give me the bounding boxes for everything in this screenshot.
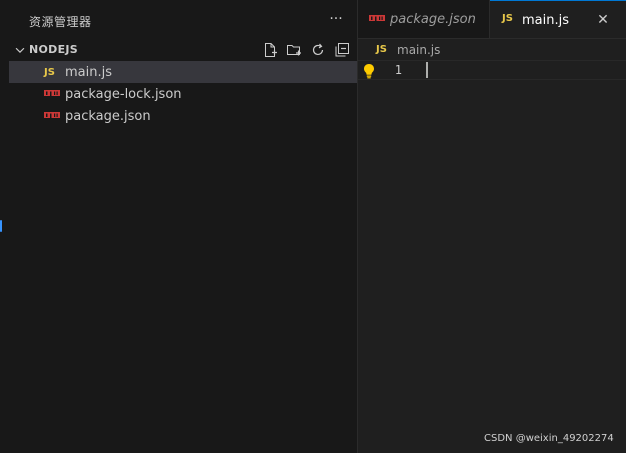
npm-json-icon bbox=[369, 15, 385, 21]
new-file-button[interactable] bbox=[261, 41, 279, 59]
workspace-section-header[interactable]: NODEJS bbox=[9, 40, 357, 60]
file-label: package-lock.json bbox=[65, 87, 182, 102]
file-item-main-js[interactable]: JS main.js bbox=[9, 61, 357, 83]
npm-json-icon bbox=[44, 110, 60, 122]
vscode-window: 资源管理器 ··· NODEJS JS main.js package-lock… bbox=[0, 0, 626, 453]
close-tab-button[interactable]: ✕ bbox=[594, 11, 612, 29]
code-line[interactable]: 1 bbox=[358, 60, 626, 80]
js-file-icon: JS bbox=[44, 66, 55, 78]
tab-label: package.json bbox=[390, 12, 476, 27]
text-cursor bbox=[426, 62, 428, 78]
explorer-title: 资源管理器 bbox=[29, 15, 92, 29]
explorer-header: 资源管理器 ··· bbox=[9, 0, 357, 40]
ellipsis-icon: ··· bbox=[329, 11, 343, 27]
editor-area: package.json JS main.js ✕ JS main.js 1 bbox=[358, 0, 626, 453]
file-label: main.js bbox=[65, 65, 112, 80]
js-file-icon: JS bbox=[502, 13, 513, 24]
lightbulb-icon[interactable] bbox=[362, 63, 376, 79]
more-actions-button[interactable]: ··· bbox=[325, 8, 347, 30]
close-icon: ✕ bbox=[597, 12, 609, 28]
workspace-name: NODEJS bbox=[29, 43, 79, 56]
file-tree: JS main.js package-lock.json package.jso… bbox=[9, 61, 357, 127]
refresh-icon bbox=[312, 43, 324, 56]
activity-indicator bbox=[0, 220, 2, 232]
chevron-down-icon bbox=[15, 47, 25, 54]
file-item-package-json[interactable]: package.json bbox=[9, 105, 357, 127]
npm-logo bbox=[44, 90, 60, 96]
js-file-icon: JS bbox=[376, 44, 387, 55]
editor-tabs: package.json JS main.js ✕ bbox=[358, 0, 626, 39]
file-item-package-lock-json[interactable]: package-lock.json bbox=[9, 83, 357, 105]
refresh-button[interactable] bbox=[309, 41, 327, 59]
npm-json-icon bbox=[44, 88, 60, 100]
watermark: CSDN @weixin_49202274 bbox=[484, 433, 614, 444]
tab-main-js[interactable]: JS main.js ✕ bbox=[490, 0, 626, 38]
breadcrumb[interactable]: JS main.js bbox=[358, 39, 626, 61]
npm-logo bbox=[44, 112, 60, 118]
section-actions bbox=[261, 40, 351, 60]
new-file-icon bbox=[265, 43, 277, 57]
tab-package-json[interactable]: package.json bbox=[358, 0, 490, 38]
collapse-all-icon bbox=[335, 43, 349, 57]
breadcrumb-file[interactable]: main.js bbox=[397, 43, 440, 57]
explorer-sidebar: 资源管理器 ··· NODEJS JS main.js package-lock… bbox=[9, 0, 358, 453]
line-number: 1 bbox=[394, 63, 402, 77]
tab-label: main.js bbox=[522, 13, 569, 28]
collapse-all-button[interactable] bbox=[333, 41, 351, 59]
new-folder-icon bbox=[287, 45, 301, 56]
new-folder-button[interactable] bbox=[285, 41, 303, 59]
file-label: package.json bbox=[65, 109, 151, 124]
